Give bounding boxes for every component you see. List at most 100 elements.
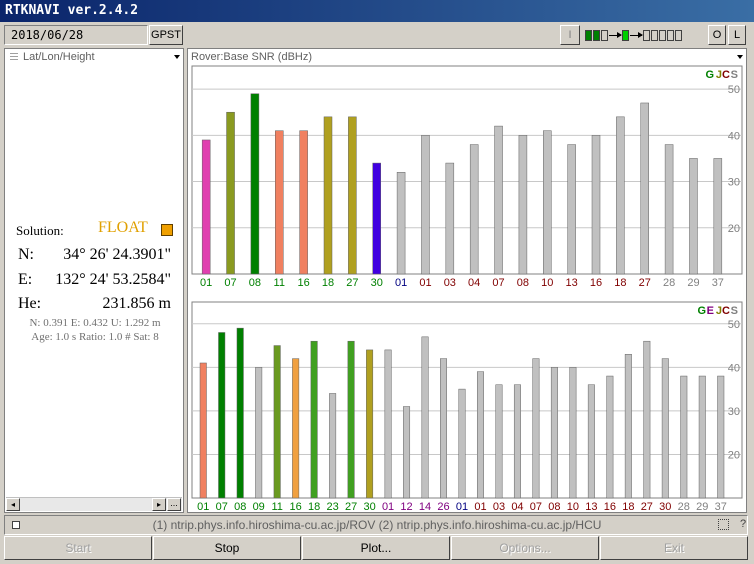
input-stream-button[interactable]: I — [560, 25, 580, 45]
satellite-label: 01 — [395, 277, 407, 289]
stream-status-square — [651, 29, 658, 41]
options-button[interactable]: Options... — [451, 536, 599, 560]
snr-bar — [218, 332, 226, 499]
satellite-label: 12 — [400, 501, 412, 512]
resize-grip-icon[interactable] — [718, 519, 729, 530]
help-icon[interactable]: ? — [740, 518, 746, 530]
satellite-label: 04 — [511, 501, 523, 512]
satellite-label: 18 — [614, 277, 626, 289]
horizontal-scrollbar[interactable]: ◂ ▸ ... — [6, 497, 182, 511]
time-system-button[interactable]: GPST — [149, 25, 183, 45]
plot-type-select[interactable]: Rover:Base SNR (dBHz) — [190, 50, 746, 64]
window-title: RTKNAVI ver.2.4.2 — [5, 3, 139, 18]
stream-status-square — [675, 29, 682, 41]
more-button[interactable]: ... — [167, 498, 181, 511]
snr-bar — [713, 158, 723, 275]
satellite-label: 37 — [715, 501, 727, 512]
stream-url-bar: (1) ntrip.phys.info.hiroshima-cu.ac.jp/R… — [4, 515, 748, 535]
snr-bar — [347, 340, 355, 499]
snr-bar — [543, 130, 552, 275]
legend-entry: G — [705, 69, 714, 81]
snr-bar — [567, 144, 576, 275]
latitude-label: N: — [18, 246, 34, 263]
satellite-label: 03 — [493, 501, 505, 512]
satellite-label: 13 — [585, 501, 597, 512]
snr-bar — [421, 336, 429, 499]
satellite-label: 30 — [659, 501, 671, 512]
stream-status-square — [585, 29, 592, 41]
snr-bar — [532, 358, 540, 499]
satellite-label: 27 — [639, 277, 651, 289]
log-stream-button[interactable]: L — [728, 25, 746, 45]
satellite-label: 01 — [456, 501, 468, 512]
snr-bar — [201, 139, 211, 275]
snr-bar — [292, 358, 300, 499]
chevron-down-icon[interactable] — [174, 55, 180, 59]
satellite-label: 26 — [437, 501, 449, 512]
legend-entry: E — [707, 305, 714, 317]
satellite-label: 18 — [622, 501, 634, 512]
snr-bar — [310, 340, 318, 499]
std-deviation-line: N: 0.391 E: 0.432 U: 1.292 m — [29, 317, 161, 329]
solution-label: Solution: — [16, 223, 64, 238]
satellite-label: 10 — [567, 501, 579, 512]
snr-bar — [250, 93, 260, 275]
stream-status-indicator[interactable] — [585, 28, 705, 42]
snr-bar — [616, 116, 625, 275]
snr-bar — [323, 116, 333, 275]
satellite-label: 03 — [444, 277, 456, 289]
stop-button[interactable]: Stop — [153, 536, 301, 560]
snr-bar — [698, 375, 706, 499]
satellite-label: 16 — [290, 501, 302, 512]
snr-bar — [717, 375, 725, 499]
stream-status-square — [659, 29, 666, 41]
stream-url-text: (1) ntrip.phys.info.hiroshima-cu.ac.jp/R… — [152, 518, 602, 532]
longitude-value: 132° 24' 53.2584" — [55, 271, 171, 288]
chevron-down-icon[interactable] — [737, 55, 743, 59]
snr-bar — [640, 102, 649, 275]
snr-bar — [226, 111, 235, 275]
snr-bar — [445, 162, 455, 275]
latitude-value: 34° 26' 24.3901" — [63, 246, 171, 263]
arrow-right-icon — [609, 31, 622, 38]
plot-button[interactable]: Plot... — [302, 536, 450, 560]
legend-entry: G — [697, 305, 706, 317]
solution-format-select[interactable]: Lat/Lon/Height — [7, 50, 183, 64]
satellite-label: 10 — [541, 277, 553, 289]
satellite-label: 18 — [308, 501, 320, 512]
snr-plot-panel: Rover:Base SNR (dBHz) 20 30 40 50 S C J G 01 07 08… — [187, 48, 747, 513]
satellite-label: 01 — [200, 277, 212, 289]
stream-status-square — [643, 29, 650, 41]
snr-bar — [458, 388, 466, 499]
snr-bar — [661, 358, 669, 499]
arrow-right-icon — [630, 31, 643, 38]
snr-bar — [664, 144, 674, 275]
snr-bar — [372, 162, 381, 275]
grip-icon — [10, 53, 18, 61]
solution-status: FLOAT — [98, 219, 148, 236]
satellite-label: 13 — [566, 277, 578, 289]
satellite-label: 23 — [326, 501, 338, 512]
plot-type-value: Rover:Base SNR (dBHz) — [191, 51, 313, 63]
exit-button[interactable]: Exit — [600, 536, 748, 560]
satellite-label: 28 — [678, 501, 690, 512]
output-stream-button[interactable]: O — [708, 25, 726, 45]
snr-bar — [421, 135, 430, 275]
scroll-right-icon[interactable]: ▸ — [152, 498, 166, 511]
stream-status-square — [601, 29, 608, 41]
scroll-left-icon[interactable]: ◂ — [6, 498, 20, 511]
satellite-label: 11 — [274, 277, 285, 289]
legend-entry: C — [722, 69, 730, 81]
y-tick-label: 50 — [728, 319, 740, 331]
satellite-label: 27 — [346, 277, 358, 289]
longitude-label: E: — [18, 271, 33, 288]
title-bar: RTKNAVI ver.2.4.2 — [0, 0, 754, 22]
satellite-label: 16 — [298, 277, 310, 289]
snr-bar — [366, 349, 374, 499]
satellite-label: 27 — [345, 501, 357, 512]
y-tick-label: 30 — [728, 406, 740, 418]
y-tick-label: 40 — [728, 362, 740, 374]
snr-bar — [348, 116, 357, 275]
start-button[interactable]: Start — [4, 536, 152, 560]
snr-bar — [469, 144, 479, 275]
